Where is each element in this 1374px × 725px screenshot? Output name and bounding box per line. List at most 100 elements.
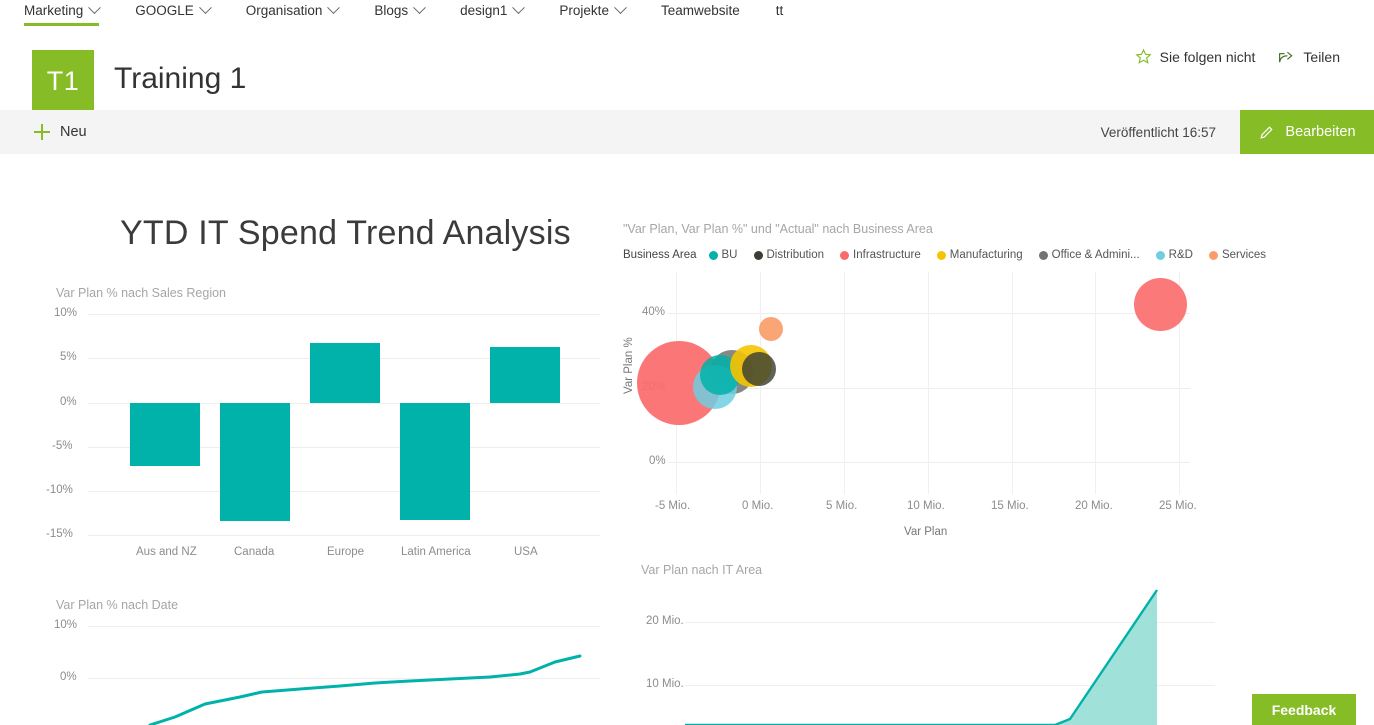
legend-caption: Business Area [623,249,697,261]
legend-item-office-admin[interactable]: Office & Admini... [1039,249,1140,261]
bar-usa[interactable] [490,347,560,403]
edit-button-label: Bearbeiten [1285,124,1355,140]
share-label: Teilen [1303,49,1340,65]
follow-button[interactable]: Sie folgen nicht [1135,48,1256,65]
legend-color-dot [709,251,718,260]
legend-color-dot [840,251,849,260]
chevron-down-icon [513,1,526,14]
bar-aus-and-nz[interactable] [130,403,200,466]
nav-item-tt[interactable]: tt [776,0,784,20]
header-actions: Sie folgen nicht Teilen [1135,48,1340,65]
viz-scatter-business-area[interactable]: "Var Plan, Var Plan %" und "Actual" nach… [615,154,1225,554]
nav-item-label: tt [776,3,784,18]
x-axis-tick: -5 Mio. [655,500,690,512]
gridline [668,462,1190,463]
legend-item-rd[interactable]: R&D [1156,249,1193,261]
y-axis-tick: 0% [649,455,666,467]
page-title: Training 1 [114,62,246,96]
chevron-down-icon [88,1,101,14]
area-series-path [615,554,1225,725]
legend-color-dot [754,251,763,260]
bubble-infrastructure-point[interactable] [1134,278,1187,331]
nav-item-organisation[interactable]: Organisation [246,0,339,20]
legend-item-bu[interactable]: BU [709,249,738,261]
gridline [88,491,600,492]
x-axis-tick: Aus and NZ [136,546,197,558]
viz-line-var-plan-date[interactable]: Var Plan % nach Date 10% 0% [0,594,615,725]
nav-item-google[interactable]: GOOGLE [135,0,210,20]
y-axis-tick: -5% [52,440,72,452]
legend-item-services[interactable]: Services [1209,249,1266,261]
feedback-button[interactable]: Feedback [1252,694,1356,725]
legend-label: Manufacturing [950,249,1023,261]
legend-label: Distribution [767,249,825,261]
legend-label: Infrastructure [853,249,921,261]
star-icon [1135,48,1152,65]
y-axis-tick: 0% [60,396,77,408]
viz-area-it-area[interactable]: Var Plan nach IT Area 20 Mio. 10 Mio. [615,554,1225,725]
y-axis-tick: 5% [60,351,77,363]
legend-item-distribution[interactable]: Distribution [754,249,825,261]
nav-item-label: GOOGLE [135,3,194,18]
nav-item-label: Organisation [246,3,323,18]
x-axis-tick: 25 Mio. [1159,500,1197,512]
x-axis-tick: Latin America [401,546,471,558]
legend-color-dot [1039,251,1048,260]
bar-latin-america[interactable] [400,403,470,520]
bar-canada[interactable] [220,403,290,521]
nav-item-label: Projekte [559,3,609,18]
nav-item-design1[interactable]: design1 [460,0,523,20]
nav-item-teamwebsite[interactable]: Teamwebsite [661,0,740,20]
gridline [844,272,845,494]
nav-item-blogs[interactable]: Blogs [374,0,424,20]
nav-item-label: Teamwebsite [661,3,740,18]
nav-item-label: Blogs [374,3,408,18]
nav-item-marketing[interactable]: Marketing [24,0,99,20]
gridline [88,314,600,315]
y-axis-title: Var Plan % [623,337,635,394]
gridline [1012,272,1013,494]
y-axis-tick: -15% [46,528,73,540]
share-icon [1277,48,1295,65]
powerbi-report-canvas[interactable]: YTD IT Spend Trend Analysis Var Plan % n… [0,154,1374,725]
x-axis-tick: Canada [234,546,274,558]
nav-item-projekte[interactable]: Projekte [559,0,625,20]
y-axis-tick: -10% [46,484,73,496]
plus-icon [34,124,50,140]
bubble-services[interactable] [759,317,783,341]
follow-label: Sie folgen nicht [1160,49,1256,65]
chevron-down-icon [199,1,212,14]
legend-color-dot [937,251,946,260]
y-axis-tick: 10% [54,307,77,319]
command-bar: Neu Veröffentlicht 16:57 Bearbeiten [0,110,1374,154]
bubble-distribution[interactable] [742,352,776,386]
gridline [668,313,1190,314]
edit-button[interactable]: Bearbeiten [1240,110,1374,154]
nav-item-label: design1 [460,3,507,18]
chart-legend[interactable]: Business Area BU Distribution Infrastruc… [623,249,1278,261]
line-series-path [0,594,615,725]
new-button[interactable]: Neu [34,124,87,140]
command-bar-right: Veröffentlicht 16:57 Bearbeiten [1101,110,1374,154]
legend-color-dot [1209,251,1218,260]
share-button[interactable]: Teilen [1277,48,1340,65]
gridline [88,535,600,536]
x-axis-tick: USA [514,546,538,558]
bar-europe[interactable] [310,343,380,403]
legend-label: Office & Admini... [1052,249,1140,261]
gridline [1095,272,1096,494]
x-axis-tick: 20 Mio. [1075,500,1113,512]
x-axis-tick: Europe [327,546,364,558]
viz-title: "Var Plan, Var Plan %" und "Actual" nach… [623,222,933,236]
legend-item-infrastructure[interactable]: Infrastructure [840,249,921,261]
publish-status: Veröffentlicht 16:57 [1101,125,1240,140]
viz-bar-sales-region[interactable]: Var Plan % nach Sales Region 10% 5% 0% -… [0,154,615,574]
suite-navigation: Marketing GOOGLE Organisation Blogs desi… [0,0,1374,26]
x-axis-tick: 0 Mio. [742,500,773,512]
legend-label: BU [722,249,738,261]
viz-title: Var Plan % nach Sales Region [56,286,226,300]
nav-item-label: Marketing [24,3,83,18]
legend-item-manufacturing[interactable]: Manufacturing [937,249,1023,261]
site-header: T1 Training 1 Sie folgen nicht [0,26,1374,108]
pencil-icon [1258,124,1275,141]
